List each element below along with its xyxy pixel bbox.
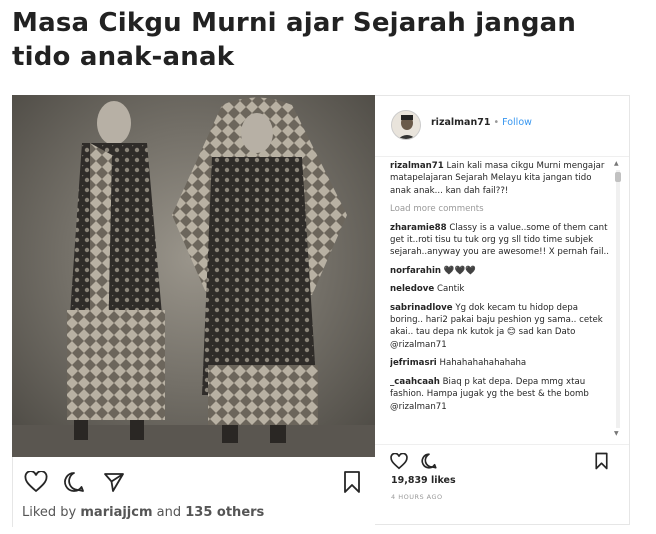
follow-button[interactable]: Follow: [502, 117, 532, 128]
comment-user[interactable]: sabrinadlove: [390, 303, 453, 313]
post-owner: rizalman71 • Follow: [431, 117, 532, 128]
comment-text: Hahahahahahahaha: [439, 358, 527, 369]
comment-item: jefrimasri Hahahahahahahaha: [390, 357, 612, 369]
heart-icon[interactable]: [23, 469, 49, 495]
comments-list: rizalman71 Lain kali masa cikgu Murni me…: [390, 160, 612, 444]
comment-text: Cantik: [436, 284, 465, 295]
comment-item: zharamie88 Classy is a value..some of th…: [390, 222, 612, 259]
comment-item: neledove Cantik: [390, 283, 612, 295]
username-link[interactable]: rizalman71: [431, 117, 490, 128]
scroll-up-icon[interactable]: ▲: [614, 160, 619, 167]
post-side-panel: rizalman71 • Follow rizalman71 Lain kali…: [375, 95, 630, 525]
load-more-comments-link[interactable]: Load more comments: [390, 203, 612, 215]
scroll-thumb[interactable]: [615, 172, 621, 182]
separator-dot: •: [493, 117, 500, 128]
likes-summary: Liked by mariajjcm and 135 others: [22, 505, 264, 520]
post-header: rizalman71 • Follow: [375, 96, 629, 157]
comment-user[interactable]: neledove: [390, 284, 434, 294]
comment-user[interactable]: rizalman71: [390, 161, 444, 171]
bookmark-icon[interactable]: [339, 469, 365, 495]
liked-by-suffix: and: [152, 505, 186, 520]
comment-user[interactable]: jefrimasri: [390, 358, 437, 368]
comment-user[interactable]: norfarahin: [390, 266, 441, 276]
scroll-track[interactable]: [616, 170, 620, 428]
likes-count[interactable]: 19,839 likes: [391, 475, 456, 486]
page-title: Masa Cikgu Murni ajar Sejarah jangan tid…: [12, 8, 577, 72]
share-icon[interactable]: [101, 469, 127, 495]
comment-item: sabrinadlove Yg dok kecam tu hidop depa …: [390, 302, 612, 352]
avatar[interactable]: [391, 110, 421, 140]
comment-item: _caahcaah Biaq p kat depa. Depa mmg xtau…: [390, 376, 612, 413]
liked-by-prefix: Liked by: [22, 505, 81, 520]
scroll-down-icon[interactable]: ▼: [614, 430, 619, 437]
others-link[interactable]: 135 others: [185, 505, 264, 520]
comment-user[interactable]: _caahcaah: [390, 377, 440, 387]
photo-illustration: [12, 95, 375, 457]
heart-icon[interactable]: [389, 451, 409, 471]
comment-icon[interactable]: [419, 451, 439, 471]
post-photo[interactable]: [12, 95, 375, 457]
comments-scrollbar[interactable]: ▲ ▼: [613, 160, 623, 440]
post-timestamp: 4 HOURS AGO: [391, 493, 443, 501]
bookmark-icon[interactable]: [591, 451, 611, 471]
caption: rizalman71 Lain kali masa cikgu Murni me…: [390, 160, 612, 197]
liked-by-user-link[interactable]: mariajjcm: [80, 505, 152, 520]
comment-user[interactable]: zharamie88: [390, 223, 447, 233]
comment-text: 🖤🖤🖤: [443, 265, 476, 276]
post-footer: 19,839 likes 4 HOURS AGO: [375, 444, 629, 527]
comment-item: norfarahin 🖤🖤🖤: [390, 265, 612, 277]
comment-icon[interactable]: [61, 469, 87, 495]
